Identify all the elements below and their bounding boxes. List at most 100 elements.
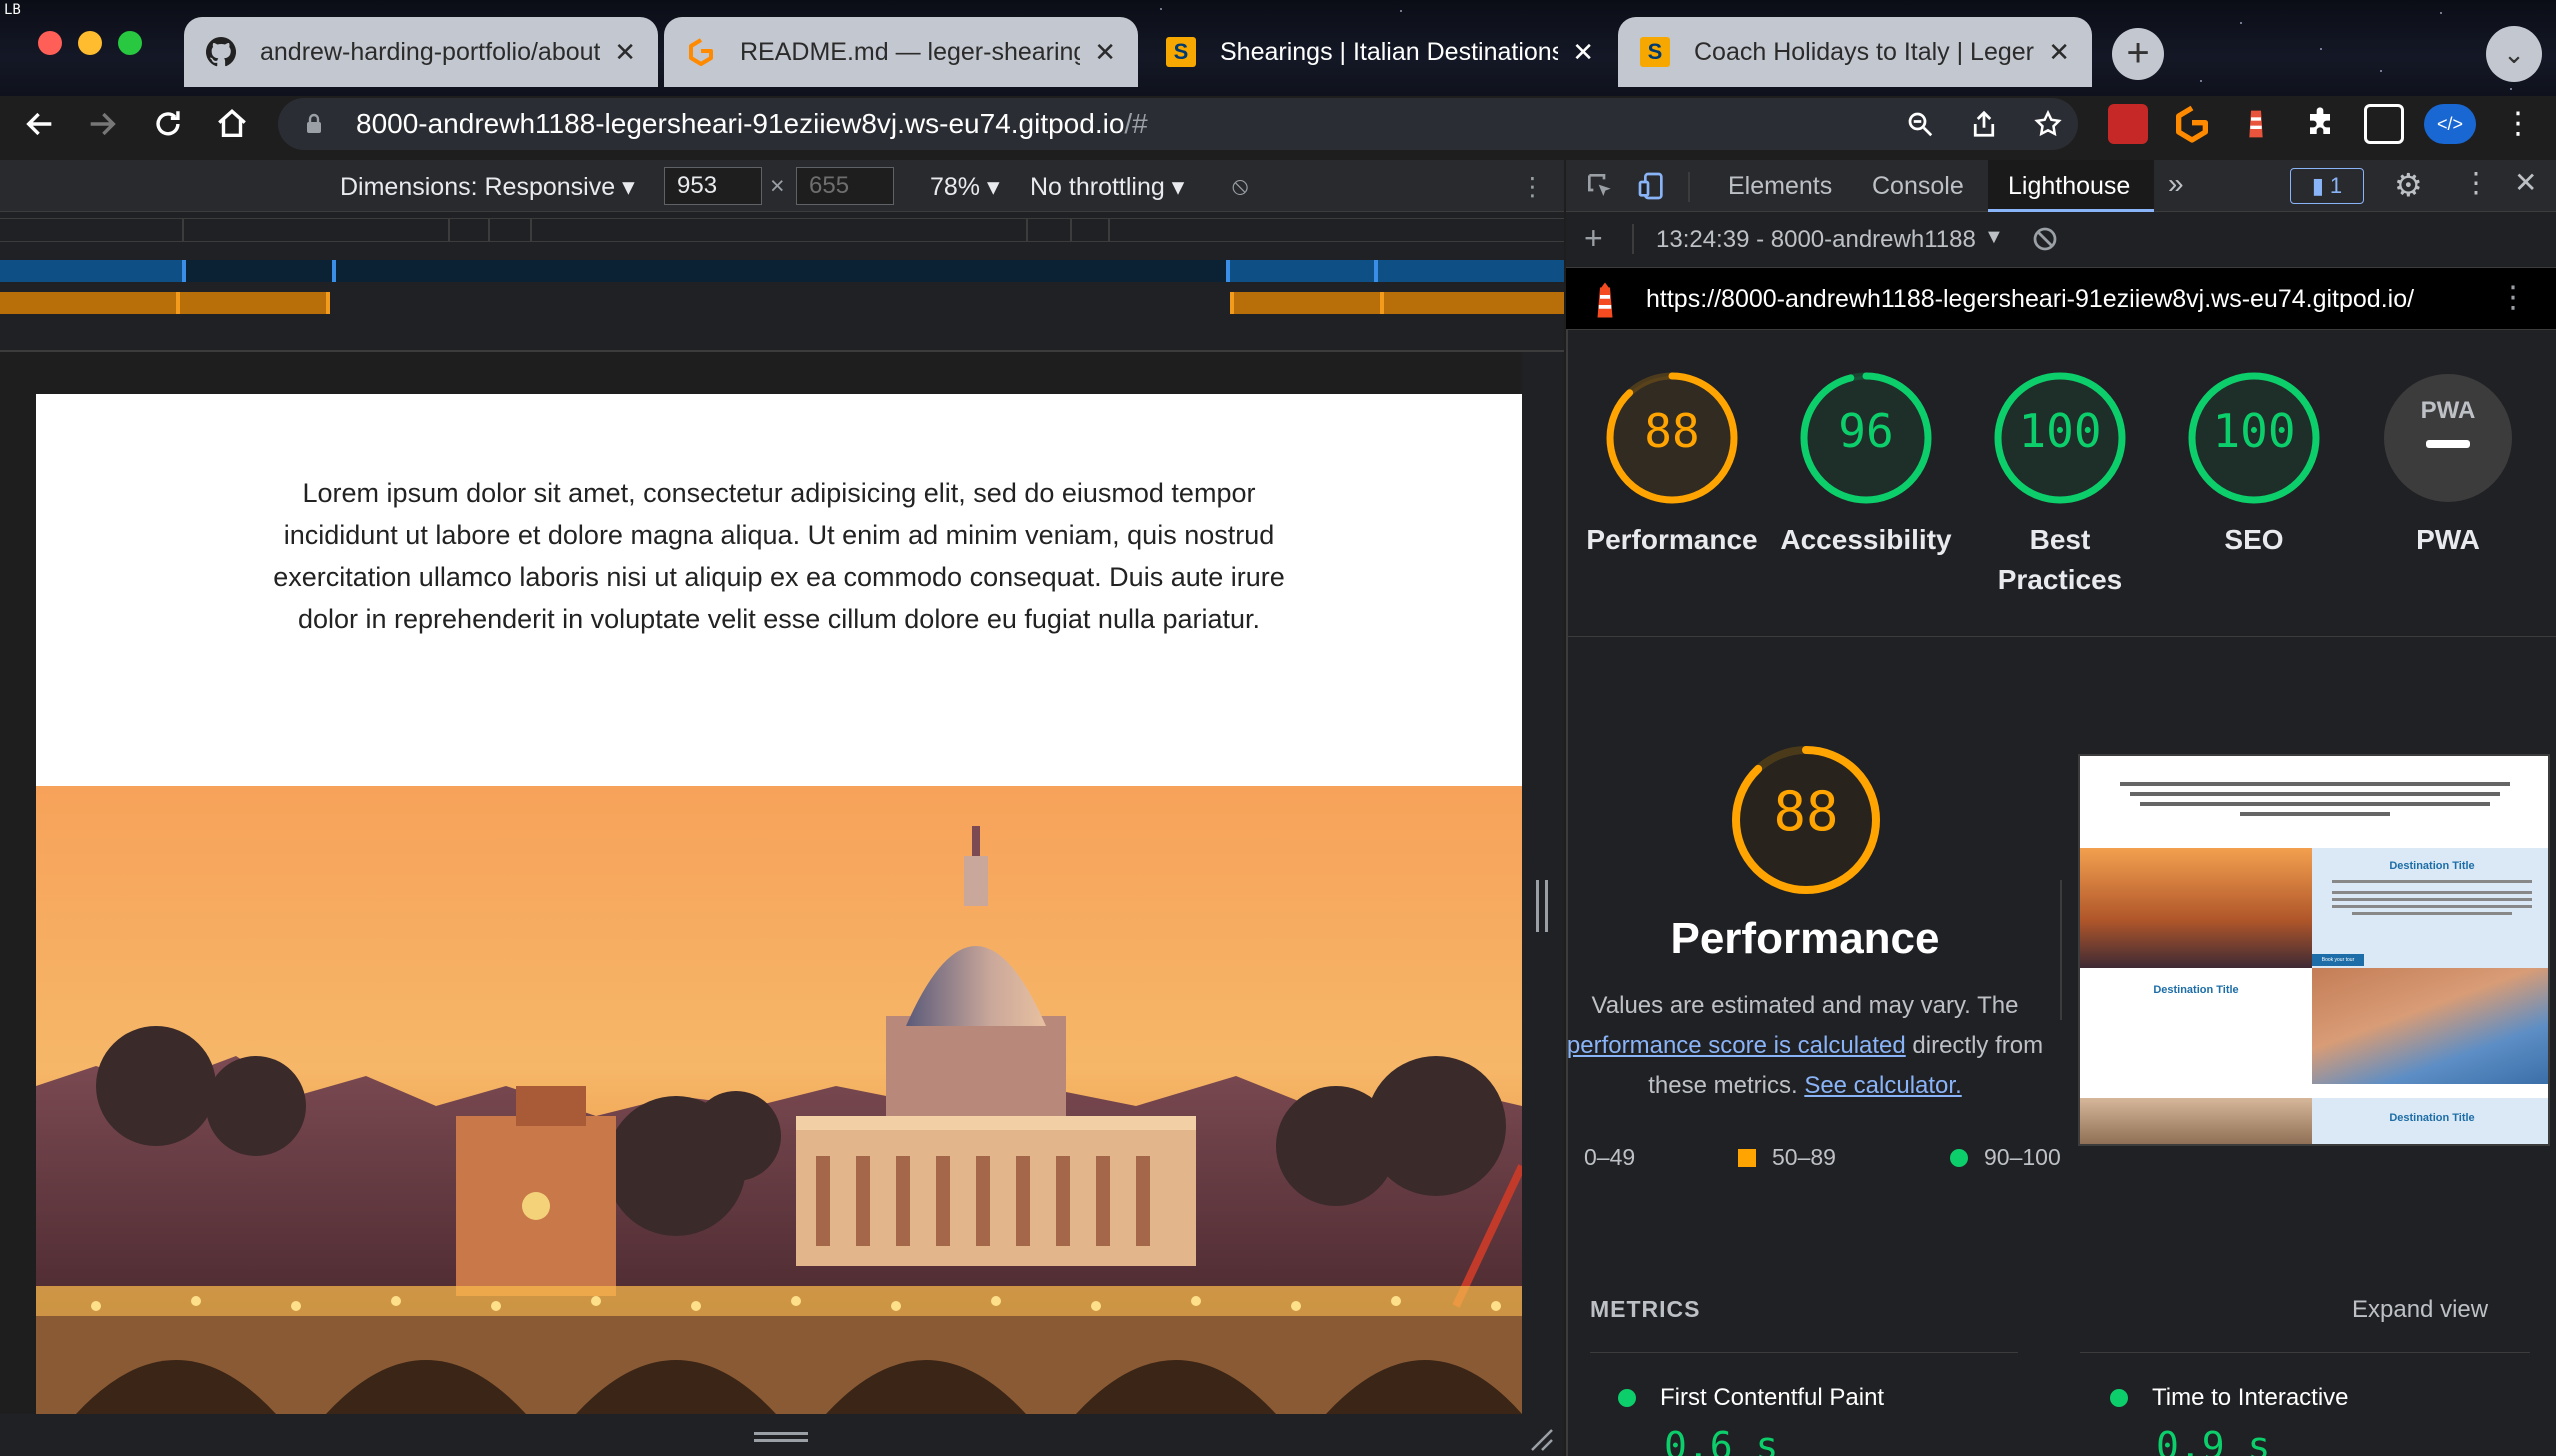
report-dropdown-icon[interactable]: ▼ — [1984, 226, 2004, 249]
thumb-book-button: Book your tour — [2312, 954, 2364, 966]
gauge-score: 96 — [1838, 404, 1894, 458]
issues-count: 1 — [2329, 173, 2343, 198]
new-tab-button[interactable]: + — [2112, 28, 2164, 80]
divider — [1632, 224, 1634, 254]
gauge-accessibility[interactable]: 96 — [1798, 370, 1934, 506]
address-bar[interactable]: 8000-andrewh1188-legersheari-91eziiew8vj… — [278, 98, 2078, 150]
emulated-viewport: Lorem ipsum dolor sit amet, consectetur … — [36, 394, 1522, 1414]
score-calculated-link[interactable]: performance score is calculated — [1567, 1032, 1906, 1059]
width-resize-handle[interactable] — [1536, 880, 1548, 932]
more-tabs-icon[interactable]: » — [2168, 168, 2184, 200]
tab-lighthouse[interactable]: Lighthouse — [2008, 172, 2130, 201]
close-window-button[interactable] — [38, 31, 62, 55]
thumb-rome-image — [2080, 848, 2312, 968]
menu-kebab-icon[interactable]: ⋮ — [2498, 104, 2538, 144]
thumb-text-block — [2120, 776, 2510, 822]
share-icon[interactable] — [1964, 104, 2004, 144]
browser-tab[interactable]: S Coach Holidays to Italy | Leger ✕ — [1618, 17, 2092, 87]
height-input[interactable]: 655 — [796, 167, 894, 205]
browser-tab[interactable]: README.md — leger-shearing ✕ — [664, 17, 1138, 87]
home-icon[interactable] — [208, 100, 256, 148]
tab-title: Coach Holidays to Italy | Leger — [1694, 37, 2035, 66]
gitpod-icon — [686, 37, 716, 67]
extensions-puzzle-icon[interactable] — [2300, 104, 2340, 144]
tab-title: README.md — leger-shearing — [740, 37, 1081, 66]
gauge-performance[interactable]: 88 — [1604, 370, 1740, 506]
issues-badge[interactable]: ▮ 1 — [2290, 168, 2364, 204]
close-tab-icon[interactable]: ✕ — [2048, 37, 2070, 68]
close-tab-icon[interactable]: ✕ — [1572, 37, 1594, 68]
device-toggle-icon[interactable] — [1636, 170, 1668, 207]
gauge-best-practices[interactable]: 100 — [1992, 370, 2128, 506]
back-arrow-icon[interactable] — [16, 100, 64, 148]
thumb-dest-panel-3: Destination Title — [2312, 1098, 2548, 1144]
devtools-extension-icon[interactable]: </> — [2424, 104, 2476, 144]
shearings-s-icon: S — [1640, 37, 1670, 67]
reload-icon[interactable] — [144, 100, 192, 148]
expand-view-toggle[interactable]: Expand view — [2352, 1296, 2488, 1324]
tab-title: Shearings | Italian Destinations — [1220, 37, 1559, 66]
device-menu-kebab-icon[interactable]: ⋮ — [1520, 172, 1545, 202]
window-extension-icon[interactable] — [2364, 104, 2404, 144]
browser-tab-active[interactable]: S Shearings | Italian Destinations ✕ — [1144, 17, 1616, 87]
dimensions-label: Dimensions: Responsive — [340, 173, 616, 201]
report-menu-kebab-icon[interactable]: ⋮ — [2498, 280, 2528, 315]
gauge-seo[interactable]: 100 — [2186, 370, 2322, 506]
close-tab-icon[interactable]: ✕ — [1094, 37, 1116, 68]
width-input[interactable]: 953 — [664, 167, 762, 205]
max-width-bar[interactable] — [0, 260, 1564, 282]
forward-arrow-icon[interactable] — [78, 100, 126, 148]
corner-resize-handle[interactable] — [1526, 1424, 1554, 1452]
breakpoint-ticks — [0, 218, 1564, 242]
inspect-element-icon[interactable] — [1584, 170, 1616, 207]
metrics-heading: METRICS — [1590, 1296, 1701, 1322]
devtools-menu-kebab-icon[interactable]: ⋮ — [2462, 166, 2490, 199]
message-icon: ▮ — [2311, 173, 2324, 198]
throttling-dropdown[interactable]: No throttling ▾ — [1030, 172, 1184, 202]
metric-fcp: First Contentful Paint — [1618, 1384, 1884, 1412]
see-calculator-link[interactable]: See calculator. — [1804, 1072, 1961, 1099]
divider — [1566, 636, 2556, 637]
tab-search-chevron-icon[interactable]: ⌄ — [2486, 26, 2542, 82]
pdf-extension-icon[interactable] — [2108, 104, 2148, 144]
dimensions-dropdown[interactable]: Dimensions: Responsive ▾ — [340, 172, 635, 202]
tab-elements[interactable]: Elements — [1728, 172, 1832, 201]
browser-tab[interactable]: andrew-harding-portfolio/about ✕ — [184, 17, 658, 87]
gauge-score: 100 — [2212, 404, 2296, 458]
report-url[interactable]: https://8000-andrewh1188-legersheari-91e… — [1646, 285, 2414, 314]
close-tab-icon[interactable]: ✕ — [614, 37, 636, 68]
min-width-bar[interactable] — [0, 292, 1564, 314]
window-badge: LB — [4, 2, 21, 18]
media-query-bars — [0, 212, 1564, 352]
address-text: 8000-andrewh1188-legersheari-91eziiew8vj… — [356, 108, 1148, 140]
clear-reports-icon[interactable] — [2030, 224, 2060, 259]
zoom-dropdown[interactable]: 78% ▾ — [930, 172, 1000, 202]
pwa-badge-icon: PWA — [2384, 374, 2512, 502]
new-report-icon[interactable]: + — [1584, 220, 1603, 257]
maximize-window-button[interactable] — [118, 31, 142, 55]
zoom-icon[interactable] — [1900, 104, 1940, 144]
pwa-badge-text: PWA — [2421, 397, 2476, 424]
settings-gear-icon[interactable]: ⚙ — [2394, 166, 2423, 204]
legend-average: 50–89 — [1738, 1144, 1836, 1171]
github-icon — [206, 37, 236, 67]
final-screenshot-thumbnail[interactable]: Destination Title Book your tour Destina… — [2078, 754, 2550, 1146]
performance-score-large: 88 — [1773, 780, 1839, 843]
throttling-label: No throttling — [1030, 173, 1165, 201]
desc-text: Values are estimated and may vary. The — [1591, 992, 2019, 1019]
metric-value: 0.9 s — [2156, 1424, 2271, 1456]
report-selector[interactable]: 13:24:39 - 8000-andrewh1188 — [1656, 226, 1996, 254]
rotate-icon[interactable]: ⦸ — [1232, 172, 1248, 201]
thumb-dest-title: Destination Title — [2153, 984, 2239, 996]
lighthouse-extension-icon[interactable] — [2236, 104, 2276, 144]
close-devtools-icon[interactable]: ✕ — [2514, 166, 2537, 199]
minimize-window-button[interactable] — [78, 31, 102, 55]
thumb-dest-panel-1: Destination Title — [2312, 848, 2548, 968]
gitpod-extension-icon[interactable] — [2172, 104, 2212, 144]
height-resize-handle[interactable] — [754, 1432, 808, 1442]
bookmark-star-icon[interactable] — [2028, 104, 2068, 144]
gauge-pwa[interactable]: PWA — [2380, 370, 2516, 506]
tab-console[interactable]: Console — [1872, 172, 1964, 201]
metric-label: Time to Interactive — [2152, 1384, 2349, 1411]
legend-pass: 90–100 — [1950, 1144, 2061, 1171]
